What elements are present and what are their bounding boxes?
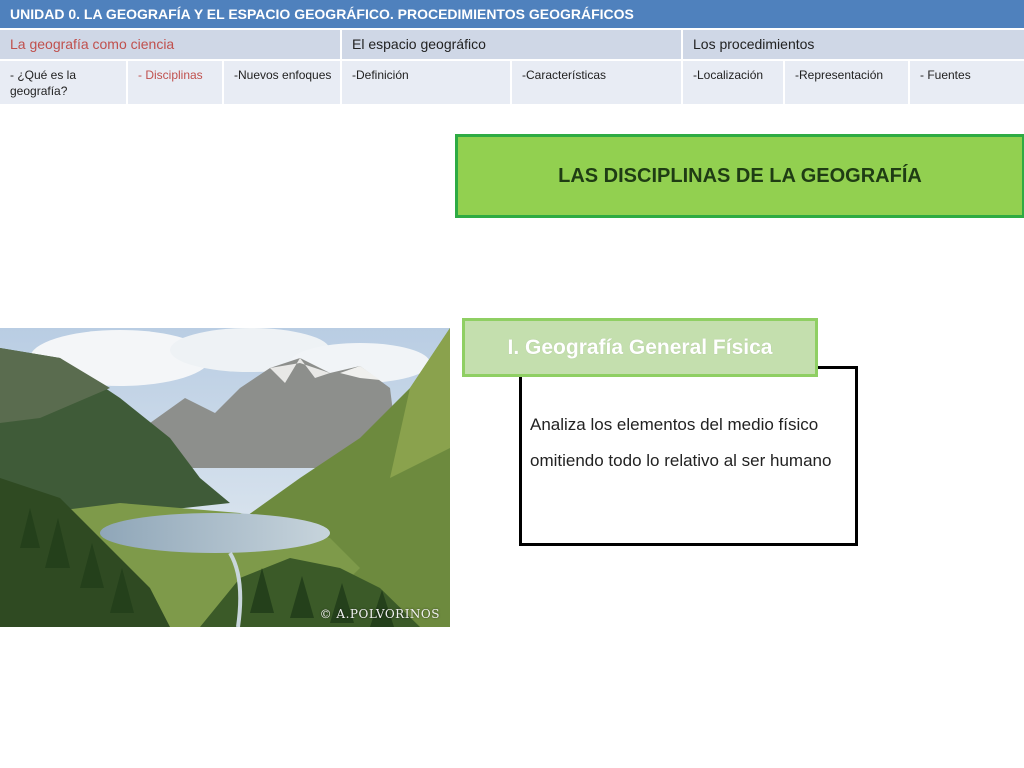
subsection-link-fuentes[interactable]: - Fuentes: [910, 61, 1024, 104]
subsection-link-definicion[interactable]: -Definición: [342, 61, 512, 104]
section-tab-ciencia[interactable]: La geografía como ciencia: [0, 30, 342, 59]
definition-text: Analiza los elementos del medio físico o…: [530, 415, 832, 470]
section-row: La geografía como ciencia El espacio geo…: [0, 30, 1024, 59]
section-tab-espacio[interactable]: El espacio geográfico: [342, 30, 683, 59]
page-title-banner: LAS DISCIPLINAS DE LA GEOGRAFÍA: [455, 134, 1024, 218]
subsection-link-caracteristicas[interactable]: -Características: [512, 61, 683, 104]
unit-title: UNIDAD 0. LA GEOGRAFÍA Y EL ESPACIO GEOG…: [0, 0, 1024, 28]
subsection-link-nuevos-enfoques[interactable]: -Nuevos enfoques: [224, 61, 342, 104]
subsection-link-localizacion[interactable]: -Localización: [683, 61, 785, 104]
subsection-link-que-es[interactable]: - ¿Qué es la geografía?: [0, 61, 128, 104]
discipline-label: I. Geografía General Física: [462, 318, 818, 377]
photo-copyright: © A.POLVORINOS: [319, 607, 440, 621]
subsection-link-representacion[interactable]: -Representación: [785, 61, 910, 104]
subsection-link-disciplinas[interactable]: - Disciplinas: [128, 61, 224, 104]
subsection-row: - ¿Qué es la geografía? - Disciplinas -N…: [0, 61, 1024, 104]
section-tab-procedimientos[interactable]: Los procedimientos: [683, 30, 1024, 59]
landscape-photo: © A.POLVORINOS: [0, 328, 450, 627]
